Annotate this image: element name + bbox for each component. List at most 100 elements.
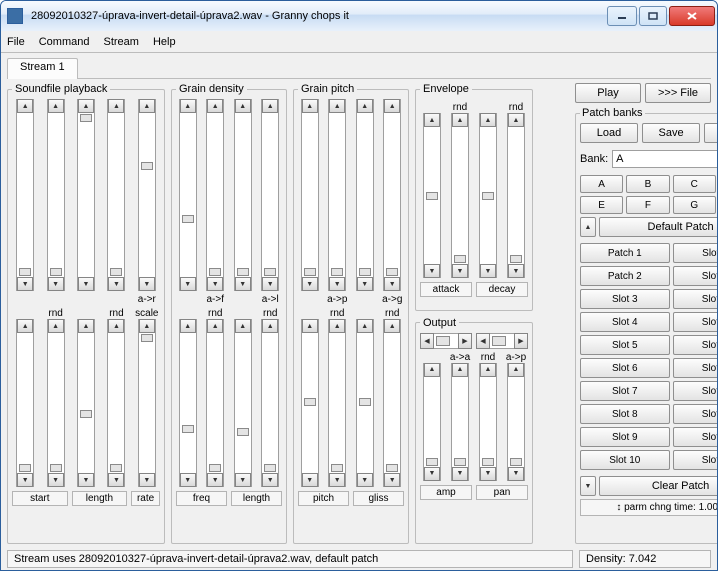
slot-7[interactable]: Slot 7 — [580, 381, 670, 401]
slot-16[interactable]: Slot 16 — [673, 358, 717, 378]
slot-19[interactable]: Slot 19 — [673, 427, 717, 447]
slider-pitch-b[interactable]: ▲▼ — [301, 319, 319, 487]
slider-length-b[interactable]: ▲▼ — [77, 319, 95, 487]
window: 28092010327-úprava-invert-detail-úprava2… — [0, 0, 718, 571]
status-bar: Stream uses 28092010327-úprava-invert-de… — [7, 550, 711, 568]
slot-15[interactable]: Slot 15 — [673, 335, 717, 355]
hslider-pan[interactable]: ◀▶ — [476, 333, 528, 349]
menu-command[interactable]: Command — [39, 36, 90, 48]
close-button[interactable] — [669, 6, 715, 26]
window-buttons — [605, 6, 717, 26]
col-env-output: Envelope rndrnd ▲▼ ▲▼ ▲▼ ▲▼ attack decay — [415, 83, 533, 544]
menu-stream[interactable]: Stream — [103, 36, 138, 48]
slider-gliss-b[interactable]: ▲▼ — [356, 319, 374, 487]
patch-2[interactable]: Patch 2 — [580, 266, 670, 286]
save-button[interactable]: Save — [642, 123, 700, 143]
slider-freq-a[interactable]: ▲▼ — [179, 99, 197, 291]
slider-freq-aof[interactable]: ▲▼ — [206, 99, 224, 291]
slider-decay[interactable]: ▲▼ — [479, 113, 497, 278]
slider-attack-rnd[interactable]: ▲▼ — [451, 113, 469, 278]
slot-10[interactable]: Slot 10 — [580, 450, 670, 470]
slider-freq-b[interactable]: ▲▼ — [179, 319, 197, 487]
status-stream: Stream uses 28092010327-úprava-invert-de… — [7, 550, 573, 568]
slot-17[interactable]: Slot 17 — [673, 381, 717, 401]
titlebar: 28092010327-úprava-invert-detail-úprava2… — [1, 1, 717, 31]
slider-gliss-aog[interactable]: ▲▼ — [383, 99, 401, 291]
label-decay: decay — [476, 282, 528, 297]
slider-pan-rnd[interactable]: ▲▼ — [479, 363, 497, 481]
bank-btn-a[interactable]: A — [580, 175, 623, 193]
client-area: Stream 1 Soundfile playback ▲▼ ▲▼ ▲▼ ▲▼ … — [1, 53, 717, 570]
slot-18[interactable]: Slot 18 — [673, 404, 717, 424]
slot-6[interactable]: Slot 6 — [580, 358, 670, 378]
slot-20[interactable]: Slot 20 — [673, 450, 717, 470]
slider-gliss-rnd-b[interactable]: ▲▼ — [383, 319, 401, 487]
default-patch-up-icon[interactable]: ▲ — [580, 217, 596, 237]
bank-btn-b[interactable]: B — [626, 175, 669, 193]
slider-pitch-a[interactable]: ▲▼ — [301, 99, 319, 291]
slider-length-a[interactable]: ▲▼ — [234, 99, 252, 291]
slot-3[interactable]: Slot 3 — [580, 289, 670, 309]
file-button[interactable]: >>> File — [645, 83, 711, 103]
slider-length-rnd-a[interactable]: ▲▼ — [107, 99, 125, 291]
slot-8[interactable]: Slot 8 — [580, 404, 670, 424]
default-patch-button[interactable]: Default Patch — [599, 217, 717, 237]
slot-4[interactable]: Slot 4 — [580, 312, 670, 332]
slider-start-rnd-b[interactable]: ▲▼ — [47, 319, 65, 487]
menubar: File Command Stream Help — [1, 31, 717, 53]
bank-btn-e[interactable]: E — [580, 196, 623, 214]
slider-pitch-rnd-b[interactable]: ▲▼ — [328, 319, 346, 487]
slider-length-main[interactable]: ▲▼ — [77, 99, 95, 291]
slot-14[interactable]: Slot 14 — [673, 312, 717, 332]
slider-len-rnd-b[interactable]: ▲▼ — [261, 319, 279, 487]
slider-pitch-aop[interactable]: ▲▼ — [328, 99, 346, 291]
slider-start-rnd-a[interactable]: ▲▼ — [47, 99, 65, 291]
slider-start-main[interactable]: ▲▼ — [16, 99, 34, 291]
close-patch-button[interactable]: Close — [704, 123, 717, 143]
load-button[interactable]: Load — [580, 123, 638, 143]
bank-btn-f[interactable]: F — [626, 196, 669, 214]
menu-help[interactable]: Help — [153, 36, 176, 48]
hslider-amp[interactable]: ◀▶ — [420, 333, 472, 349]
maximize-button[interactable] — [639, 6, 667, 26]
group-envelope-legend: Envelope — [420, 83, 472, 95]
clear-patch-down-icon[interactable]: ▼ — [580, 476, 596, 496]
menu-file[interactable]: File — [7, 36, 25, 48]
group-soundfile-legend: Soundfile playback — [12, 83, 110, 95]
clear-patch-button[interactable]: Clear Patch — [599, 476, 717, 496]
slider-pan-aop[interactable]: ▲▼ — [507, 363, 525, 481]
slider-attack[interactable]: ▲▼ — [423, 113, 441, 278]
slider-rate-aor[interactable]: ▲▼ — [138, 99, 156, 291]
main-area: Soundfile playback ▲▼ ▲▼ ▲▼ ▲▼ ▲▼ a->r — [7, 83, 711, 544]
slider-start-b[interactable]: ▲▼ — [16, 319, 34, 487]
slider-freq-rnd-b[interactable]: ▲▼ — [206, 319, 224, 487]
slider-length-rnd-b[interactable]: ▲▼ — [107, 319, 125, 487]
slider-amp-b[interactable]: ▲▼ — [423, 363, 441, 481]
slot-13[interactable]: Slot 13 — [673, 289, 717, 309]
slider-decay-rnd[interactable]: ▲▼ — [507, 113, 525, 278]
slider-gliss-a[interactable]: ▲▼ — [356, 99, 374, 291]
label-rate: rate — [131, 491, 160, 506]
soundfile-mid-labels: rnd rnd scale — [12, 308, 160, 319]
slider-len-b[interactable]: ▲▼ — [234, 319, 252, 487]
slot-5[interactable]: Slot 5 — [580, 335, 670, 355]
slider-rate-scale[interactable]: ▲▼ — [138, 319, 156, 487]
tab-stream1[interactable]: Stream 1 — [7, 58, 78, 79]
slot-12[interactable]: Slot 12 — [673, 266, 717, 286]
bank-btn-c[interactable]: C — [673, 175, 716, 193]
slot-9[interactable]: Slot 9 — [580, 427, 670, 447]
bank-grid: A B C D E F G H — [580, 175, 717, 214]
slider-columns: Soundfile playback ▲▼ ▲▼ ▲▼ ▲▼ ▲▼ a->r — [7, 83, 569, 544]
bank-input[interactable] — [612, 150, 717, 168]
slot-11[interactable]: Slot 11 — [673, 243, 717, 263]
patch-grid: Patch 1Slot 11 Patch 2Slot 12 Slot 3Slot… — [580, 243, 717, 470]
bank-btn-g[interactable]: G — [673, 196, 716, 214]
group-density-legend: Grain density — [176, 83, 247, 95]
minimize-button[interactable] — [607, 6, 637, 26]
play-button[interactable]: Play — [575, 83, 641, 103]
patch-1[interactable]: Patch 1 — [580, 243, 670, 263]
slider-amp-aoa[interactable]: ▲▼ — [451, 363, 469, 481]
label-amp: amp — [420, 485, 472, 500]
parm-chng-time: ↕ parm chng time: 1.00 s — [580, 499, 717, 516]
slider-length-aol[interactable]: ▲▼ — [261, 99, 279, 291]
